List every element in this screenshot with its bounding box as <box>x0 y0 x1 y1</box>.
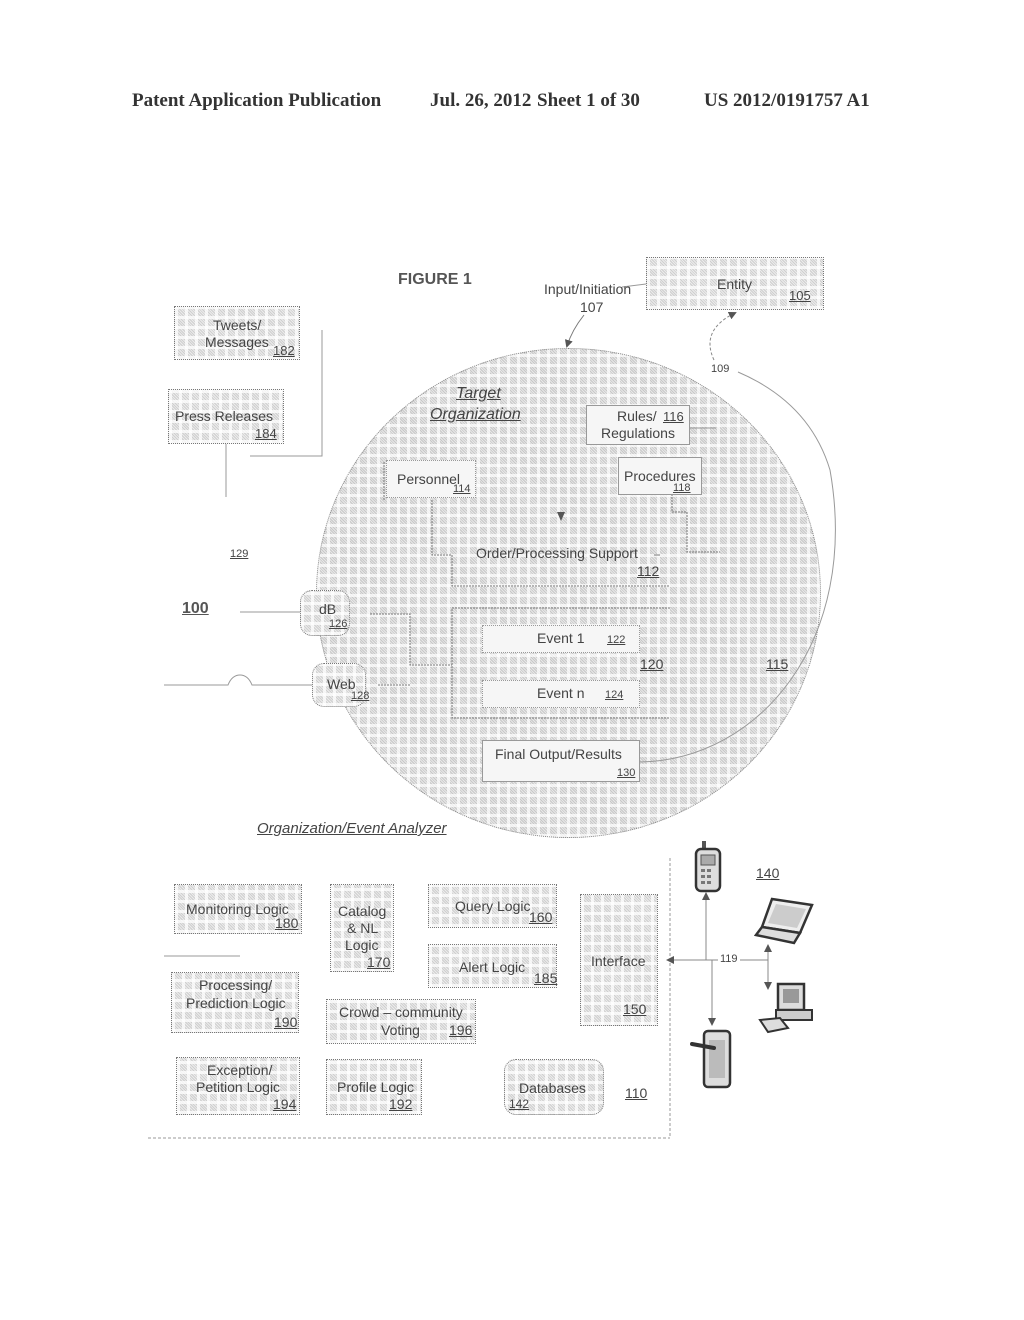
press-releases-box: Press Releases 184 <box>168 389 284 444</box>
crowd-community-label: Crowd – community <box>339 1004 463 1020</box>
devices-ref: 140 <box>756 865 780 881</box>
db-box: dB 126 <box>300 590 350 636</box>
petition-logic-label: Petition Logic <box>196 1079 281 1095</box>
catalog-nl-logic-box: Catalog & NL Logic 170 <box>330 884 394 972</box>
entity-box: Entity 105 <box>646 257 824 310</box>
monitoring-logic-ref: 180 <box>275 915 299 931</box>
tweets-messages-box: Tweets/ Messages 182 <box>174 306 300 360</box>
feedback-ref: 109 <box>711 363 730 375</box>
press-releases-ref: 184 <box>255 426 277 441</box>
personnel-box: Personnel 114 <box>386 460 476 498</box>
final-output-box: Final Output/Results 130 <box>482 740 640 782</box>
order-processing-label: Order/Processing Support <box>476 545 638 561</box>
press-releases-label: Press Releases <box>175 408 274 424</box>
tweets-label: Tweets/ <box>213 317 262 333</box>
cell-phone-icon <box>694 841 722 893</box>
nl-label: & NL <box>347 920 379 936</box>
processing-prediction-logic-box: Processing/ Prediction Logic 190 <box>171 972 299 1033</box>
sheet-number: Sheet 1 of 30 <box>537 90 640 111</box>
processing-ref: 190 <box>274 1014 298 1030</box>
event-n-ref: 124 <box>605 689 624 701</box>
tablet-pda-icon <box>690 1029 732 1089</box>
system-ref: 100 <box>182 600 209 617</box>
network-ref: 119 <box>718 953 740 965</box>
target-organization-ref: 115 <box>766 656 789 672</box>
profile-ref: 192 <box>389 1096 413 1112</box>
entity-label: Entity <box>717 276 753 292</box>
messages-label: Messages <box>205 334 269 350</box>
crowd-community-voting-box: Crowd – community Voting 196 <box>326 999 476 1044</box>
prediction-logic-label: Prediction Logic <box>186 995 286 1011</box>
exception-label: Exception/ <box>207 1062 273 1078</box>
entity-ref: 105 <box>789 288 811 303</box>
catalog-ref: 170 <box>367 954 391 970</box>
desktop-computer-icon <box>758 982 813 1034</box>
analyzer-ref: 110 <box>625 1085 648 1101</box>
crowd-ref: 196 <box>449 1022 473 1038</box>
procedures-ref: 118 <box>673 482 691 494</box>
logic-label: Logic <box>345 937 379 953</box>
event-1-label: Event 1 <box>537 630 585 646</box>
rules-regulations-box: Rules/ 116 Regulations <box>586 405 690 445</box>
event-n-label: Event n <box>537 685 585 701</box>
feedback-arrow <box>709 312 737 361</box>
profile-logic-label: Profile Logic <box>337 1079 415 1095</box>
publication-date: Jul. 26, 2012 <box>430 90 532 111</box>
target-label: Target <box>456 385 501 402</box>
regulations-label: Regulations <box>601 425 675 441</box>
databases-label: Databases <box>519 1080 586 1096</box>
personnel-ref: 114 <box>453 483 471 495</box>
publication-type: Patent Application Publication <box>132 90 382 111</box>
organization-label: Organization <box>430 406 521 423</box>
link-ref: 129 <box>230 548 249 560</box>
web-ref: 128 <box>351 690 370 702</box>
databases-ref: 142 <box>509 1097 530 1111</box>
profile-logic-box: Profile Logic 192 <box>326 1059 422 1115</box>
query-logic-ref: 160 <box>529 909 553 925</box>
web-box: Web 128 <box>312 663 370 707</box>
patent-number: US 2012/0191757 A1 <box>704 90 870 111</box>
rules-label: Rules/ <box>617 408 657 424</box>
interface-box: Interface 150 <box>580 894 658 1026</box>
final-output-label: Final Output/Results <box>495 746 622 762</box>
alert-logic-ref: 185 <box>534 970 558 986</box>
db-label: dB <box>319 601 337 617</box>
processing-label: Processing/ <box>199 977 273 993</box>
input-arrow <box>564 314 585 348</box>
db-ref: 126 <box>329 618 348 630</box>
alert-logic-label: Alert Logic <box>459 959 526 975</box>
query-logic-label: Query Logic <box>455 898 531 914</box>
databases-box: Databases 142 <box>504 1059 604 1115</box>
input-initiation-ref: 107 <box>580 299 604 315</box>
personnel-label: Personnel <box>397 471 461 487</box>
event-1-box: Event 1 122 <box>482 625 640 653</box>
final-output-ref: 130 <box>617 767 636 779</box>
event-n-box: Event n 124 <box>482 680 640 708</box>
laptop-icon <box>754 897 814 945</box>
voting-label: Voting <box>381 1022 420 1038</box>
event-1-ref: 122 <box>607 634 626 646</box>
exception-ref: 194 <box>273 1096 297 1112</box>
analyzer-title: Organization/Event Analyzer <box>257 820 447 837</box>
figure-title: FIGURE 1 <box>398 271 472 288</box>
tweets-ref: 182 <box>273 343 295 358</box>
events-group-ref: 120 <box>640 656 664 672</box>
exception-petition-logic-box: Exception/ Petition Logic 194 <box>176 1057 300 1115</box>
interface-label: Interface <box>591 953 646 969</box>
alert-logic-box: Alert Logic 185 <box>428 944 557 988</box>
procedures-box: Procedures 118 <box>618 457 702 495</box>
query-logic-box: Query Logic 160 <box>428 884 557 928</box>
monitoring-logic-box: Monitoring Logic 180 <box>174 884 302 934</box>
rules-ref: 116 <box>663 409 684 424</box>
order-processing-ref: 112 <box>637 563 660 579</box>
monitoring-logic-label: Monitoring Logic <box>186 901 289 917</box>
interface-ref: 150 <box>623 1001 647 1017</box>
catalog-label: Catalog <box>338 903 387 919</box>
input-initiation-label: Input/Initiation <box>544 281 632 297</box>
